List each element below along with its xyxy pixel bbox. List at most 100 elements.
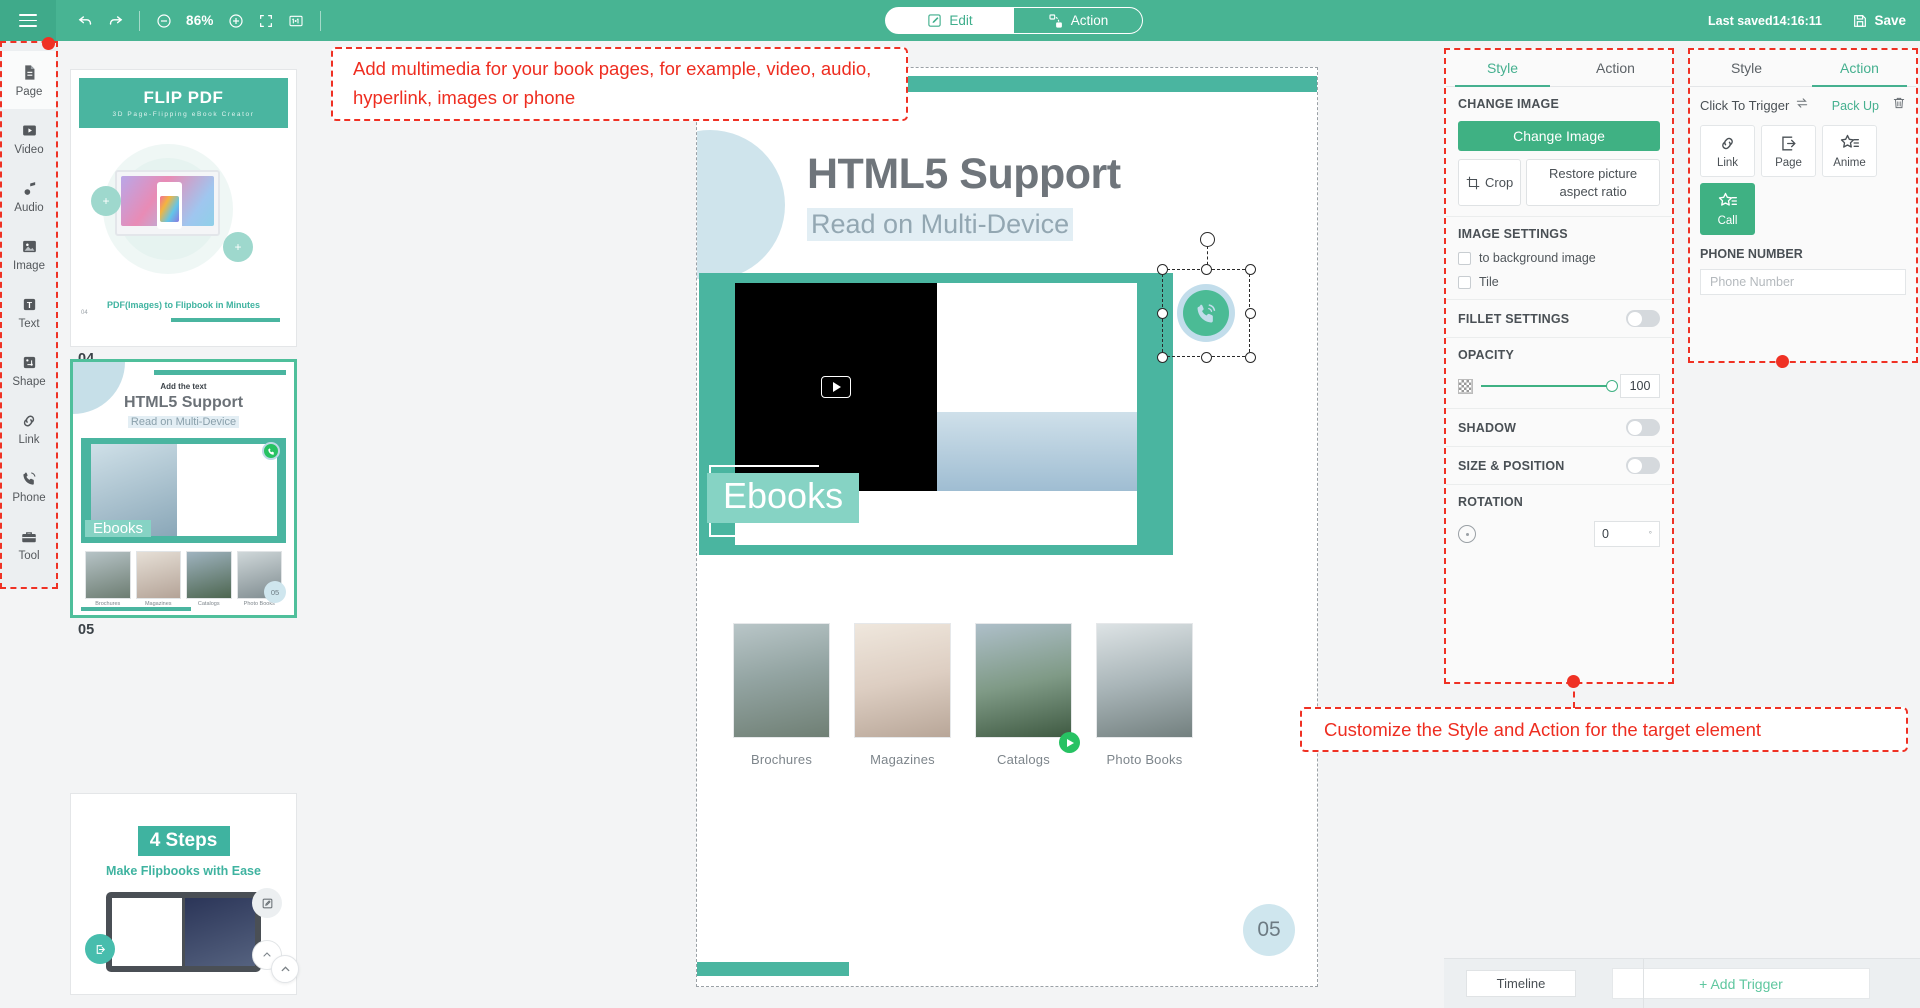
rail-item-link[interactable]: Link	[2, 399, 56, 457]
style-panel-tabs: Style Action	[1446, 50, 1672, 87]
rotate-handle[interactable]	[1200, 232, 1215, 247]
resize-handle-se[interactable]	[1244, 351, 1256, 363]
canvas-video-placeholder[interactable]	[735, 283, 937, 491]
thumb-04-subtitle: 3D Page-Flipping eBook Creator	[112, 111, 255, 118]
collapse-panel-button[interactable]	[271, 955, 299, 983]
style-panel-tab-action[interactable]: Action	[1559, 50, 1672, 86]
to-background-checkbox[interactable]	[1458, 251, 1471, 265]
rail-item-audio[interactable]: Audio	[2, 167, 56, 225]
zoom-level[interactable]: 86%	[179, 13, 221, 28]
rail-item-video[interactable]: Video	[2, 109, 56, 167]
timeline-button[interactable]: Timeline	[1466, 970, 1576, 997]
zoom-out-button[interactable]	[149, 6, 179, 36]
resize-handle-s[interactable]	[1200, 351, 1212, 363]
action-cell-page[interactable]: Page	[1761, 125, 1816, 177]
shadow-toggle[interactable]	[1626, 419, 1660, 437]
tab-action[interactable]: Action	[1014, 8, 1142, 33]
thumb-04-accent-bar	[170, 318, 280, 322]
action-panel-tab-style[interactable]: Style	[1690, 50, 1803, 86]
action-cell-link[interactable]: Link	[1700, 125, 1755, 177]
change-image-button[interactable]: Change Image	[1458, 121, 1660, 151]
menu-button[interactable]	[0, 0, 56, 41]
canvas-cover-magazines[interactable]: Magazines	[854, 623, 951, 767]
thumbnail-card-05[interactable]: Add the text HTML5 Support Read on Multi…	[70, 359, 297, 618]
thumbnail-card-04[interactable]: FLIP PDF 3D Page-Flipping eBook Creator	[70, 69, 297, 347]
rotation-input[interactable]: 0 °	[1594, 521, 1660, 548]
canvas-ebooks-label[interactable]: Ebooks	[707, 473, 860, 523]
toolbar-divider-1	[139, 10, 140, 31]
canvas-book-spread[interactable]: Ebooks	[699, 273, 1173, 555]
resize-handle-n[interactable]	[1200, 263, 1212, 275]
resize-handle-nw[interactable]	[1156, 263, 1168, 275]
canvas-cover-brochures[interactable]: Brochures	[733, 623, 830, 767]
canvas-subheading[interactable]: Read on Multi-Device	[807, 208, 1074, 241]
toolbar-tools: 86%	[70, 6, 330, 36]
thumb-06-content: 4 Steps Make Flipbooks with Ease	[71, 794, 296, 994]
canvas-cover-photobooks[interactable]: Photo Books	[1096, 623, 1193, 767]
tile-checkbox[interactable]	[1458, 275, 1471, 289]
rail-item-phone[interactable]: Phone	[2, 457, 56, 515]
opacity-slider-knob[interactable]	[1606, 380, 1618, 393]
trigger-row: Click To Trigger Pack Up	[1690, 87, 1916, 119]
rotate-icon[interactable]	[1458, 525, 1476, 544]
fillet-settings-toggle[interactable]	[1626, 310, 1660, 328]
action-cell-anime[interactable]: Anime	[1822, 125, 1877, 177]
thumbnail-page-05[interactable]: Add the text HTML5 Support Read on Multi…	[70, 359, 297, 638]
actual-size-button[interactable]	[281, 6, 311, 36]
rail-item-tool[interactable]: Tool	[2, 515, 56, 573]
resize-handle-ne[interactable]	[1244, 263, 1256, 275]
change-image-section: CHANGE IMAGE Change Image Crop Restore p…	[1446, 87, 1672, 218]
zoom-in-button[interactable]	[221, 6, 251, 36]
resize-handle-w[interactable]	[1156, 307, 1168, 319]
fit-screen-button[interactable]	[251, 6, 281, 36]
pack-up-button[interactable]: Pack Up	[1832, 99, 1879, 113]
thumb-06-subtitle: Make Flipbooks with Ease	[106, 864, 261, 878]
thumb-05-cover-item: Brochures	[85, 551, 131, 607]
tab-edit-label: Edit	[949, 13, 973, 28]
thumb-cover-image	[135, 551, 181, 599]
rail-item-image[interactable]: Image	[2, 225, 56, 283]
tab-edit[interactable]: Edit	[886, 8, 1014, 33]
thumbnail-card-06[interactable]: 4 Steps Make Flipbooks with Ease	[70, 793, 297, 995]
action-cell-call-label: Call	[1717, 215, 1738, 227]
callout-customize-text: Customize the Style and Action for the t…	[1324, 718, 1762, 740]
fit-screen-icon	[259, 14, 272, 27]
save-button[interactable]: Save	[1852, 0, 1906, 41]
opacity-slider[interactable]	[1481, 380, 1618, 393]
callout-multimedia-text: Add multimedia for your book pages, for …	[353, 58, 872, 108]
cover-play-icon[interactable]	[1059, 732, 1080, 753]
restore-aspect-ratio-button[interactable]: Restore picture aspect ratio	[1526, 159, 1660, 207]
link-icon	[19, 411, 39, 431]
rotation-title: ROTATION	[1458, 495, 1524, 510]
page-sheet[interactable]: HTML5 Support Read on Multi-Device Ebook…	[696, 67, 1318, 987]
opacity-value[interactable]: 100	[1620, 374, 1660, 399]
selected-call-element[interactable]	[1156, 232, 1256, 363]
action-type-grid: Link Page Anime Call	[1690, 119, 1916, 235]
trash-icon[interactable]	[1892, 96, 1906, 115]
thumb-cover-image	[186, 551, 232, 599]
thumbnail-page-04[interactable]: FLIP PDF 3D Page-Flipping eBook Creator	[70, 69, 297, 367]
rail-item-text[interactable]: T Text	[2, 283, 56, 341]
rail-item-page[interactable]: Page	[2, 51, 56, 109]
cover-label-photobooks: Photo Books	[1106, 752, 1183, 767]
canvas-cover-catalogs[interactable]: Catalogs	[975, 623, 1080, 767]
swap-icon[interactable]	[1795, 96, 1809, 115]
size-position-toggle[interactable]	[1626, 457, 1660, 475]
crop-button[interactable]: Crop	[1458, 159, 1522, 207]
phone-number-input[interactable]: Phone Number	[1700, 269, 1906, 295]
action-panel-tab-action[interactable]: Action	[1803, 50, 1916, 87]
thumbnail-page-06[interactable]: 4 Steps Make Flipbooks with Ease	[70, 793, 297, 995]
action-cell-call[interactable]: Call	[1700, 183, 1755, 235]
add-trigger-button[interactable]: + Add Trigger	[1612, 968, 1870, 999]
text-icon: T	[19, 295, 39, 315]
resize-handle-sw[interactable]	[1156, 351, 1168, 363]
editor-canvas[interactable]: HTML5 Support Read on Multi-Device Ebook…	[334, 41, 1438, 1008]
top-toolbar: 86% Edit Action Last saved14:16:11 Save	[0, 0, 1920, 41]
resize-handle-e[interactable]	[1244, 307, 1256, 319]
style-panel-tab-style[interactable]: Style	[1446, 50, 1559, 87]
play-icon[interactable]	[821, 376, 851, 398]
rail-item-shape[interactable]: Shape	[2, 341, 56, 399]
undo-button[interactable]	[70, 6, 100, 36]
redo-button[interactable]	[100, 6, 130, 36]
canvas-heading[interactable]: HTML5 Support	[807, 150, 1121, 199]
